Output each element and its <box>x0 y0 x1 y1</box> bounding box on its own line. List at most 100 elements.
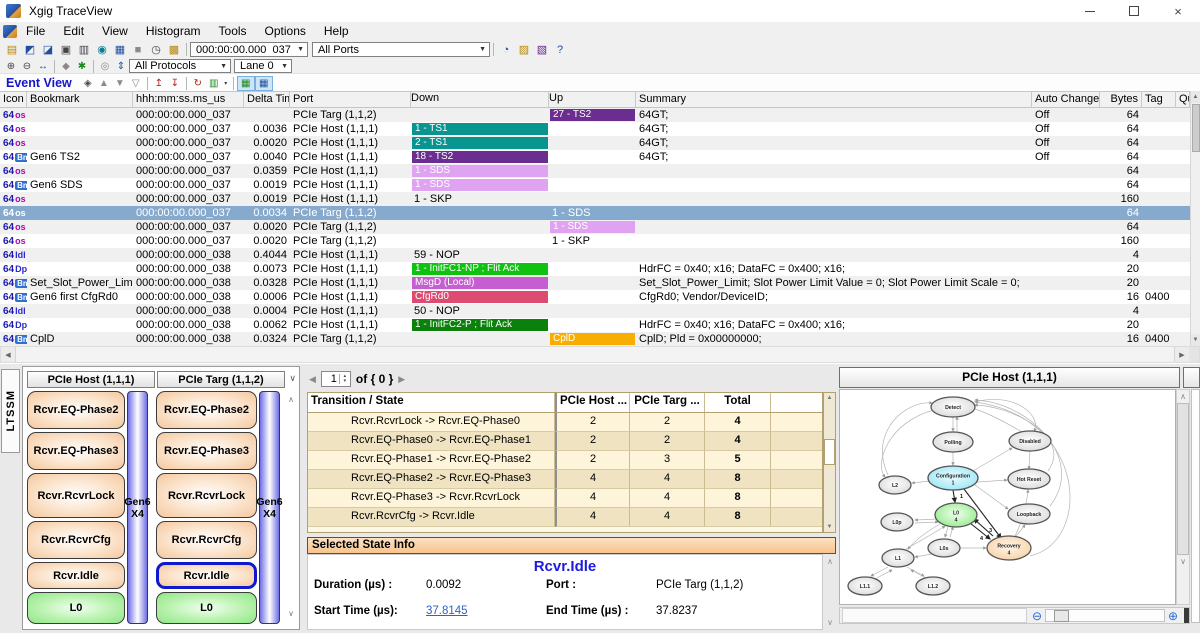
ltssm-state-box[interactable]: Rcvr.EQ-Phase3 <box>27 432 125 470</box>
column-header-hhh-mm-ss-ms-us[interactable]: hhh:mm:ss.ms_us <box>133 92 244 107</box>
down-event-bar[interactable]: 18 - TS2 <box>412 151 548 163</box>
scrollbar-thumb[interactable] <box>824 439 835 465</box>
scroll-left-icon[interactable]: ◀ <box>1 347 16 362</box>
jump-up-icon[interactable]: ↥ <box>151 77 167 90</box>
minimize-button[interactable] <box>1068 0 1112 22</box>
down-event-bar[interactable]: 1 - InitFC2-P ; Flit Ack <box>412 319 548 331</box>
transition-row[interactable]: Rcvr.EQ-Phase3 -> Rcvr.RcvrLock448 <box>308 489 822 508</box>
table-row[interactable]: 64os000:00:00.000_0370.0020PCIe Targ (1,… <box>0 220 1190 234</box>
diagram-panel-header[interactable]: PCIe Host (1,1,1) <box>839 367 1180 388</box>
color-map-icon[interactable]: ▧ <box>533 42 551 58</box>
column-header-icon[interactable]: Icon <box>0 92 27 107</box>
jump-down-icon[interactable]: ↧ <box>167 77 183 90</box>
scrollbar-track[interactable] <box>842 608 1027 623</box>
ltssm-state-box[interactable]: Rcvr.Idle <box>156 562 257 589</box>
table-row[interactable]: 64Idl000:00:00.000_0380.4044PCIe Host (1… <box>0 248 1190 262</box>
restore-button[interactable] <box>1112 0 1156 22</box>
ltssm-state-box[interactable]: Rcvr.Idle <box>27 562 125 589</box>
ports-combobox[interactable]: All Ports ▼ <box>312 42 490 57</box>
diagram-node[interactable]: Configuration1 <box>928 466 978 490</box>
diagram-node[interactable]: L0p <box>881 513 913 531</box>
workspace-save-icon[interactable]: ◪ <box>39 42 57 58</box>
pager-prev-icon[interactable]: ◀ <box>309 374 316 385</box>
zoom-in-icon[interactable]: ⊕ <box>3 60 19 73</box>
panel-layout-caret-icon[interactable]: ▾ <box>222 77 230 90</box>
diagram-zoom-out-icon[interactable]: ⊖ <box>1029 609 1045 623</box>
table-row[interactable]: 64os000:00:00.000_0370.0019PCIe Host (1,… <box>0 192 1190 206</box>
down-event-bar[interactable]: 1 - InitFC1-NP ; Flit Ack <box>412 263 548 275</box>
diagram-node[interactable]: Disabled <box>1009 431 1051 451</box>
spin-down-icon[interactable]: ▾ <box>344 379 347 384</box>
up-event-bar[interactable]: CplD <box>550 333 635 345</box>
down-event-bar[interactable]: 1 - TS1 <box>412 123 548 135</box>
diagram-zoom-slider[interactable] <box>1045 609 1165 622</box>
scroll-right-icon[interactable]: ▶ <box>1174 347 1189 362</box>
diagram-node[interactable]: Detect <box>931 397 975 417</box>
pointer-select-icon[interactable]: ◈ <box>80 77 96 90</box>
view-options-icon[interactable]: ◉ <box>93 42 111 58</box>
scroll-up-icon[interactable]: ∧ <box>1180 390 1186 401</box>
up-event-bar[interactable]: 1 - SDS <box>550 221 635 233</box>
table-row[interactable]: 64Idl000:00:00.000_0380.0004PCIe Host (1… <box>0 304 1190 318</box>
down-event-bar[interactable]: 1 - SDS <box>412 165 548 177</box>
down-event-bar[interactable]: CfgRd0 <box>412 291 548 303</box>
diagram-node[interactable]: Loopback <box>1008 504 1050 524</box>
diagram-hscrollbar[interactable]: ⊖ ⊕ <box>839 607 1190 624</box>
save-all-icon[interactable]: ▥ <box>75 42 93 58</box>
diagram-next-panel-header-sliver[interactable] <box>1183 367 1200 388</box>
diagram-node[interactable]: L2 <box>879 476 911 494</box>
help-icon[interactable]: ? <box>551 42 569 58</box>
clock-icon[interactable]: ◷ <box>147 42 165 58</box>
diagram-node[interactable]: Hot Reset <box>1008 469 1050 489</box>
down-event-bar[interactable]: MsgD (Local) <box>412 277 548 289</box>
time-combobox[interactable]: 000:00:00.000 037 ▼ <box>190 42 308 57</box>
table-row[interactable]: 64os000:00:00.000_0370.0020PCIe Host (1,… <box>0 136 1190 150</box>
panel-layout-icon[interactable]: ▥ <box>206 77 222 90</box>
menu-help[interactable]: Help <box>315 24 358 38</box>
table-row[interactable]: 64Dp000:00:00.000_0380.0062PCIe Host (1,… <box>0 318 1190 332</box>
ltssm-state-box[interactable]: L0 <box>27 592 125 624</box>
marker-icon[interactable]: ✱ <box>74 60 90 73</box>
transition-table-scrollbar[interactable]: ▲ ▼ <box>823 392 836 533</box>
open-trace-icon[interactable]: ▤ <box>3 42 21 58</box>
protocols-combobox[interactable]: All Protocols ▼ <box>129 59 231 73</box>
ltssm-state-box[interactable]: Rcvr.RcvrCfg <box>156 521 257 559</box>
column-header-up[interactable]: Up <box>549 92 636 107</box>
table-row[interactable]: 64BmGen6 SDS000:00:00.000_0370.0019PCIe … <box>0 178 1190 192</box>
transition-row[interactable]: Rcvr.RcvrCfg -> Rcvr.Idle448 <box>308 508 822 527</box>
menu-histogram[interactable]: Histogram <box>137 24 210 38</box>
zoom-slider-thumb[interactable] <box>1054 610 1069 622</box>
pager-next-icon[interactable]: ▶ <box>398 374 405 385</box>
diagram-vscrollbar[interactable]: ∧ ∨ <box>1176 389 1190 605</box>
panel-splitter-handle[interactable] <box>1184 608 1189 623</box>
filter-icon[interactable]: ▽ <box>128 77 144 90</box>
scroll-up-icon[interactable]: ∧ <box>824 554 836 566</box>
ltssm-state-box[interactable]: Rcvr.EQ-Phase3 <box>156 432 257 470</box>
ltssm-state-box[interactable]: Rcvr.EQ-Phase2 <box>27 391 125 429</box>
column-header-qu[interactable]: Qu <box>1176 92 1190 107</box>
column-header-bookmark[interactable]: Bookmark <box>27 92 133 107</box>
event-table-hscrollbar[interactable]: ◀ ▶ <box>0 346 1200 363</box>
menu-options[interactable]: Options <box>256 24 315 38</box>
column-header-auto-change[interactable]: Auto Change <box>1032 92 1100 107</box>
transition-row[interactable]: Rcvr.EQ-Phase1 -> Rcvr.EQ-Phase2235 <box>308 451 822 470</box>
scrollbar-thumb[interactable] <box>1192 104 1200 152</box>
down-event-bar[interactable]: 2 - TS1 <box>412 137 548 149</box>
save-icon[interactable]: ▣ <box>57 42 75 58</box>
scrollbar-thumb[interactable] <box>1177 403 1189 555</box>
column-header-delta-time[interactable]: Delta Time <box>244 92 290 107</box>
ltssm-state-box[interactable]: Rcvr.RcvrLock <box>156 473 257 518</box>
stop-icon[interactable]: ■ <box>129 42 147 58</box>
column-header-down[interactable]: Down <box>411 92 549 107</box>
diagram-node[interactable]: L1 <box>882 549 914 567</box>
tab-ltssm[interactable]: LTSSM <box>1 369 20 453</box>
menu-tools[interactable]: Tools <box>210 24 256 38</box>
grid-view-icon[interactable]: ▦ <box>111 42 129 58</box>
prev-event-icon[interactable]: ▲ <box>96 77 112 90</box>
table-row[interactable]: 64os000:00:00.000_0370.0020PCIe Targ (1,… <box>0 234 1190 248</box>
column-header-tag[interactable]: Tag <box>1142 92 1176 107</box>
ltssm-state-box[interactable]: Rcvr.RcvrLock <box>27 473 125 518</box>
zoom-out-icon[interactable]: ⊖ <box>19 60 35 73</box>
scroll-down-icon[interactable]: ▼ <box>1191 334 1200 346</box>
next-event-icon[interactable]: ▼ <box>112 77 128 90</box>
